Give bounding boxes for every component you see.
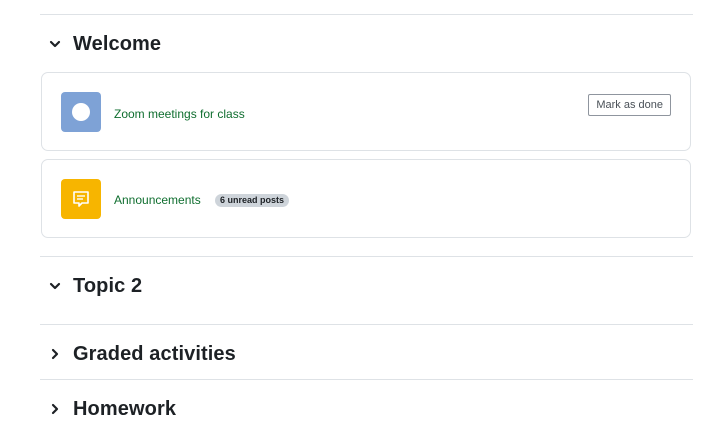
unread-posts-badge: 6 unread posts <box>215 194 290 207</box>
section-title: Homework <box>73 397 177 420</box>
section-header-topic-2[interactable]: Topic 2 <box>40 271 142 301</box>
section-header-welcome[interactable]: Welcome <box>40 29 161 59</box>
chevron-right-icon[interactable] <box>43 397 67 421</box>
activity-link-announcements[interactable]: Announcements <box>114 193 201 207</box>
activity-card-zoom: Zoom meetings for class Mark as done <box>41 72 691 151</box>
chevron-down-icon[interactable] <box>43 274 67 298</box>
chevron-right-icon[interactable] <box>43 342 67 366</box>
section-title: Welcome <box>73 32 162 55</box>
section-title: Graded activities <box>73 342 236 365</box>
section-header-homework[interactable]: Homework <box>40 394 176 424</box>
section-divider <box>40 379 693 380</box>
section-divider <box>40 14 693 15</box>
section-header-graded-activities[interactable]: Graded activities <box>40 339 236 369</box>
forum-icon <box>61 179 101 219</box>
zoom-icon <box>61 92 101 132</box>
mark-as-done-button[interactable]: Mark as done <box>588 94 671 116</box>
section-title: Topic 2 <box>73 274 143 297</box>
chevron-down-icon[interactable] <box>43 32 67 56</box>
section-divider <box>40 324 693 325</box>
activity-link-zoom[interactable]: Zoom meetings for class <box>114 107 245 121</box>
activity-card-announcements: Announcements 6 unread posts <box>41 159 691 238</box>
section-divider <box>40 256 693 257</box>
